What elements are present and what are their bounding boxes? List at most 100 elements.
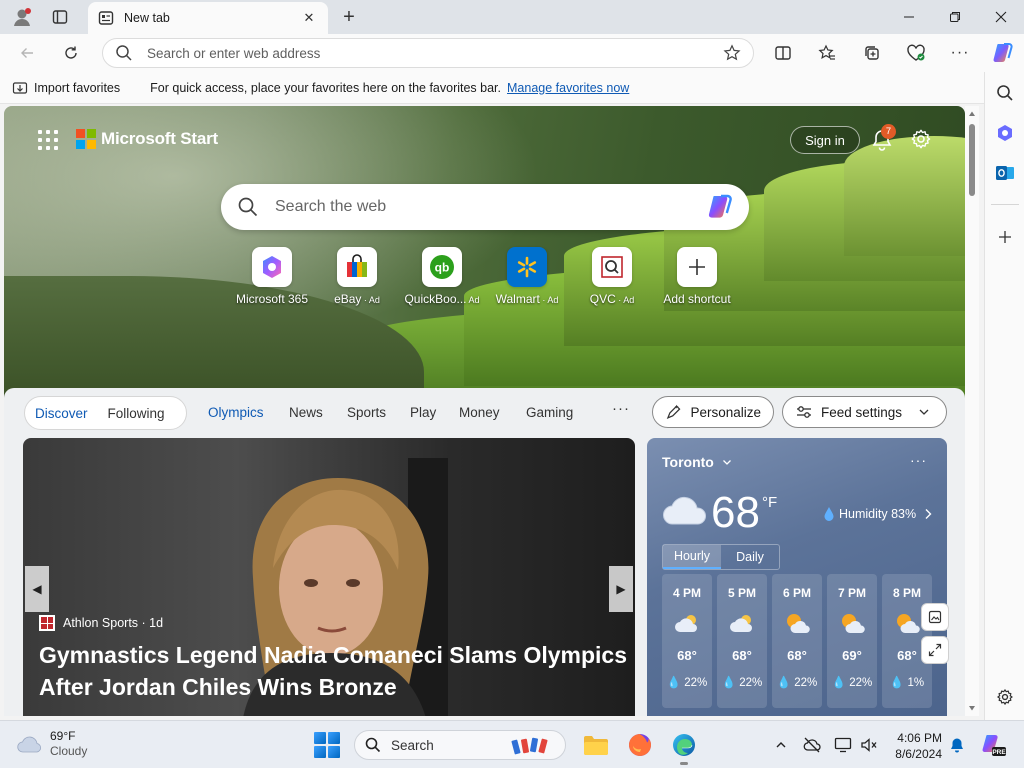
weather-more-button[interactable]: ··· [910, 452, 927, 468]
sidebar-add-button[interactable] [990, 222, 1020, 252]
weather-location-selector[interactable]: Toronto [662, 454, 732, 470]
minimize-button[interactable] [886, 0, 932, 34]
import-favorites-button[interactable]: Import favorites [12, 80, 120, 96]
close-window-button[interactable] [978, 0, 1024, 34]
refresh-button[interactable] [56, 39, 86, 67]
copilot-button[interactable] [988, 39, 1018, 67]
forecast-precip: 💧 22% [722, 675, 763, 689]
humidity-link[interactable]: Humidity 83% [823, 506, 932, 522]
taskbar-edge[interactable] [668, 729, 700, 765]
hourly-forecast-item[interactable]: 7 PM 69° 💧 22% [827, 574, 877, 708]
tray-network-app[interactable] [801, 733, 823, 757]
search-icon [365, 737, 381, 753]
settings-more-button[interactable]: ··· [945, 39, 975, 67]
web-search-box[interactable] [221, 184, 749, 230]
shortcut-quickbooks[interactable]: qb QuickBoo... Ad [397, 247, 487, 306]
more-tabs-button[interactable]: ··· [612, 400, 630, 417]
tab-news[interactable]: News [289, 405, 323, 420]
back-button[interactable] [12, 39, 42, 67]
carousel-prev-button[interactable]: ◀ [25, 566, 49, 612]
taskbar-clock[interactable]: 4:06 PM 8/6/2024 [888, 730, 942, 762]
partly-cloudy-icon [730, 615, 752, 632]
page-scrollbar[interactable] [965, 106, 979, 716]
news-headline[interactable]: Gymnastics Legend Nadia Comaneci Slams O… [39, 639, 629, 703]
tray-notifications[interactable] [946, 733, 968, 757]
tray-display[interactable] [832, 733, 854, 757]
address-bar[interactable] [102, 38, 754, 68]
forecast-precip-value: 22% [794, 677, 818, 689]
search-icon [238, 197, 258, 217]
favorite-star-icon[interactable] [723, 44, 741, 62]
page-settings-gear-icon[interactable] [910, 128, 932, 150]
carousel-next-button[interactable]: ▶ [609, 566, 633, 612]
add-shortcut-button[interactable]: Add shortcut [652, 247, 742, 306]
taskbar-weather-widget[interactable]: 69°F Cloudy [16, 729, 87, 759]
search-highlight-icon [511, 737, 548, 755]
hourly-forecast-item[interactable]: 5 PM 68° 💧 22% [717, 574, 767, 708]
shortcut-label: QVC [589, 292, 616, 306]
tab-daily[interactable]: Daily [721, 545, 779, 569]
shortcut-walmart[interactable]: Walmart · Ad [482, 247, 572, 306]
tab-following[interactable]: Following [98, 406, 175, 421]
tab-olympics[interactable]: Olympics [208, 405, 264, 420]
profile-button[interactable] [8, 4, 36, 30]
tab-sports[interactable]: Sports [347, 405, 386, 420]
tray-volume[interactable] [858, 733, 880, 757]
hourly-forecast-item[interactable]: 6 PM 68° 💧 22% [772, 574, 822, 708]
feed-settings-button[interactable]: Feed settings [782, 396, 947, 428]
taskbar-search-box[interactable] [354, 730, 566, 760]
raindrop-icon: 💧 [666, 677, 682, 689]
hourly-forecast-item[interactable]: 4 PM 68° 💧 22% [662, 574, 712, 708]
taskbar-search-input[interactable] [391, 737, 511, 753]
sidebar-microsoft-365-button[interactable] [990, 118, 1020, 148]
sidebar-outlook-button[interactable] [990, 158, 1020, 188]
tab-new-tab[interactable]: New tab ✕ [88, 2, 328, 34]
tab-play[interactable]: Play [410, 405, 436, 420]
copilot-icon [993, 43, 1013, 62]
start-button[interactable] [313, 731, 341, 759]
scroll-up-arrow-icon[interactable] [968, 110, 976, 118]
sidebar-settings-button[interactable] [990, 682, 1020, 712]
manage-favorites-link[interactable]: Manage favorites now [507, 81, 629, 95]
scroll-down-arrow-icon[interactable] [968, 704, 976, 712]
plus-icon [689, 259, 705, 275]
split-screen-button[interactable] [768, 39, 798, 67]
forecast-temp: 68° [897, 648, 917, 663]
tab-gaming[interactable]: Gaming [526, 405, 573, 420]
favorites-button[interactable] [812, 39, 842, 67]
shortcut-ebay[interactable]: eBay · Ad [312, 247, 402, 306]
tab-hourly[interactable]: Hourly [663, 545, 721, 569]
new-tab-button[interactable]: + [338, 4, 360, 30]
address-input[interactable] [147, 45, 723, 61]
show-hidden-icons-button[interactable] [770, 733, 792, 757]
browser-essentials-button[interactable] [901, 39, 931, 67]
shortcut-microsoft-365[interactable]: Microsoft 365 [227, 247, 317, 306]
feedback-button[interactable] [921, 603, 949, 631]
tab-discover[interactable]: Discover [25, 406, 98, 421]
tab-money[interactable]: Money [459, 405, 500, 420]
taskbar-weather-condition: Cloudy [50, 744, 88, 758]
tab-actions-button[interactable] [46, 4, 74, 30]
svg-text:qb: qb [435, 261, 450, 275]
tray-copilot[interactable]: PRE [978, 733, 1008, 757]
news-card[interactable]: ◀ ▶ Athlon Sports · 1d Gymnastics Legend… [23, 438, 635, 716]
expand-button[interactable] [921, 636, 949, 664]
quickbooks-icon: qb [430, 255, 454, 279]
sidebar-search-button[interactable] [990, 78, 1020, 108]
web-search-input[interactable] [275, 198, 705, 216]
copilot-icon[interactable] [705, 192, 735, 222]
taskbar-firefox[interactable] [624, 729, 656, 761]
firefox-icon [629, 734, 651, 756]
forecast-time: 6 PM [782, 586, 811, 600]
shortcut-qvc[interactable]: QVC · Ad [567, 247, 657, 306]
tab-close-icon[interactable]: ✕ [300, 9, 318, 27]
scrollbar-thumb[interactable] [969, 124, 975, 196]
sign-in-button[interactable]: Sign in [790, 126, 860, 154]
collections-button[interactable] [857, 39, 887, 67]
taskbar-file-explorer[interactable] [580, 729, 612, 761]
personalize-button[interactable]: Personalize [652, 396, 774, 428]
microsoft-365-icon [998, 125, 1012, 141]
apps-launcher-button[interactable] [38, 130, 58, 150]
restore-button[interactable] [932, 0, 978, 34]
weather-card[interactable]: Toronto ··· 68 °F Humidity 83% Hourly Da… [647, 438, 947, 716]
